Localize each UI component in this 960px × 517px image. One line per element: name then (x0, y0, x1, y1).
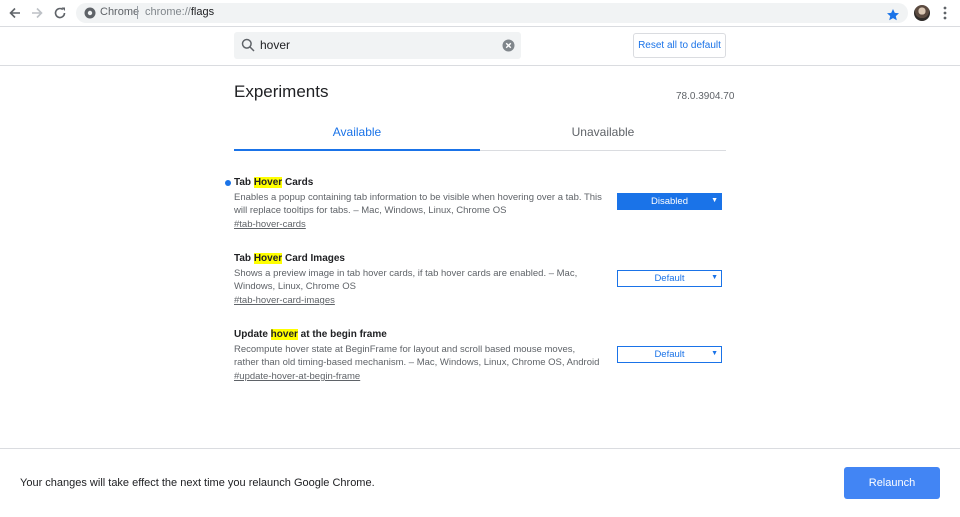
experiment-select[interactable]: Default ▼ (617, 270, 722, 287)
experiment-description: Recompute hover state at BeginFrame for … (234, 344, 600, 368)
dropdown-arrow-icon: ▼ (711, 350, 718, 357)
bookmark-star-icon[interactable] (886, 8, 900, 22)
modified-indicator (225, 180, 231, 186)
experiment-description: Shows a preview image in tab hover cards… (234, 268, 578, 292)
search-icon (241, 38, 255, 52)
clear-search-icon[interactable] (502, 39, 515, 52)
title-text: Card Images (282, 253, 345, 264)
experiment-permalink[interactable]: #tab-hover-card-images (234, 295, 335, 306)
active-tab-indicator (234, 149, 480, 151)
relaunch-button[interactable]: Relaunch (844, 467, 940, 499)
omnibox[interactable]: Chrome chrome://flags (76, 3, 908, 23)
search-match-highlight: Hover (253, 177, 283, 188)
search-match-highlight: Hover (253, 253, 283, 264)
title-text: Cards (282, 177, 314, 188)
select-value: Disabled (651, 196, 688, 207)
menu-icon[interactable] (940, 5, 950, 21)
site-info-icon[interactable] (84, 7, 96, 19)
reset-all-button[interactable]: Reset all to default (633, 33, 726, 58)
browser-toolbar: Chrome chrome://flags (0, 0, 960, 27)
relaunch-message: Your changes will take effect the next t… (20, 477, 375, 489)
site-chip-label: Chrome (100, 6, 140, 18)
dropdown-arrow-icon: ▼ (711, 274, 718, 281)
omnibox-divider (137, 6, 138, 19)
search-input[interactable] (260, 36, 490, 54)
title-text: Update (234, 329, 271, 340)
title-text: Tab (234, 177, 254, 188)
url-text[interactable]: chrome://flags (145, 6, 214, 18)
select-value: Default (654, 273, 685, 284)
title-text: at the begin frame (297, 329, 387, 340)
experiment-select[interactable]: Default ▼ (617, 346, 722, 363)
url-host: flags (190, 6, 215, 18)
tab-unavailable[interactable]: Unavailable (480, 125, 726, 149)
experiment-tab-hover-card-images: Tab Hover Card Images Shows a preview im… (234, 253, 726, 313)
tab-available[interactable]: Available (234, 125, 480, 149)
url-scheme: chrome:// (145, 6, 191, 18)
experiment-permalink[interactable]: #tab-hover-cards (234, 219, 306, 230)
experiment-description: Enables a popup containing tab informati… (234, 192, 602, 216)
reload-icon[interactable] (51, 4, 69, 22)
title-text: Tab (234, 253, 254, 264)
forward-icon[interactable] (28, 4, 46, 22)
back-icon[interactable] (6, 4, 24, 22)
experiment-tab-hover-cards: Tab Hover Cards Enables a popup containi… (225, 177, 726, 237)
dropdown-arrow-icon: ▼ (711, 197, 718, 204)
experiment-select[interactable]: Disabled ▼ (617, 193, 722, 210)
profile-avatar[interactable] (914, 5, 930, 21)
experiment-title: Update hover at the begin frame (234, 329, 387, 340)
flags-header: Reset all to default (0, 27, 960, 66)
search-box[interactable] (234, 32, 521, 59)
page-title: Experiments (234, 82, 329, 101)
search-match-highlight: hover (270, 329, 298, 340)
experiment-title: Tab Hover Card Images (234, 253, 345, 264)
version-label: 78.0.3904.70 (676, 91, 735, 102)
relaunch-bar: Your changes will take effect the next t… (0, 448, 960, 517)
experiment-permalink[interactable]: #update-hover-at-begin-frame (234, 371, 360, 382)
select-value: Default (654, 349, 685, 360)
experiment-title: Tab Hover Cards (234, 177, 313, 188)
experiment-update-hover-at-begin-frame: Update hover at the begin frame Recomput… (234, 329, 726, 389)
